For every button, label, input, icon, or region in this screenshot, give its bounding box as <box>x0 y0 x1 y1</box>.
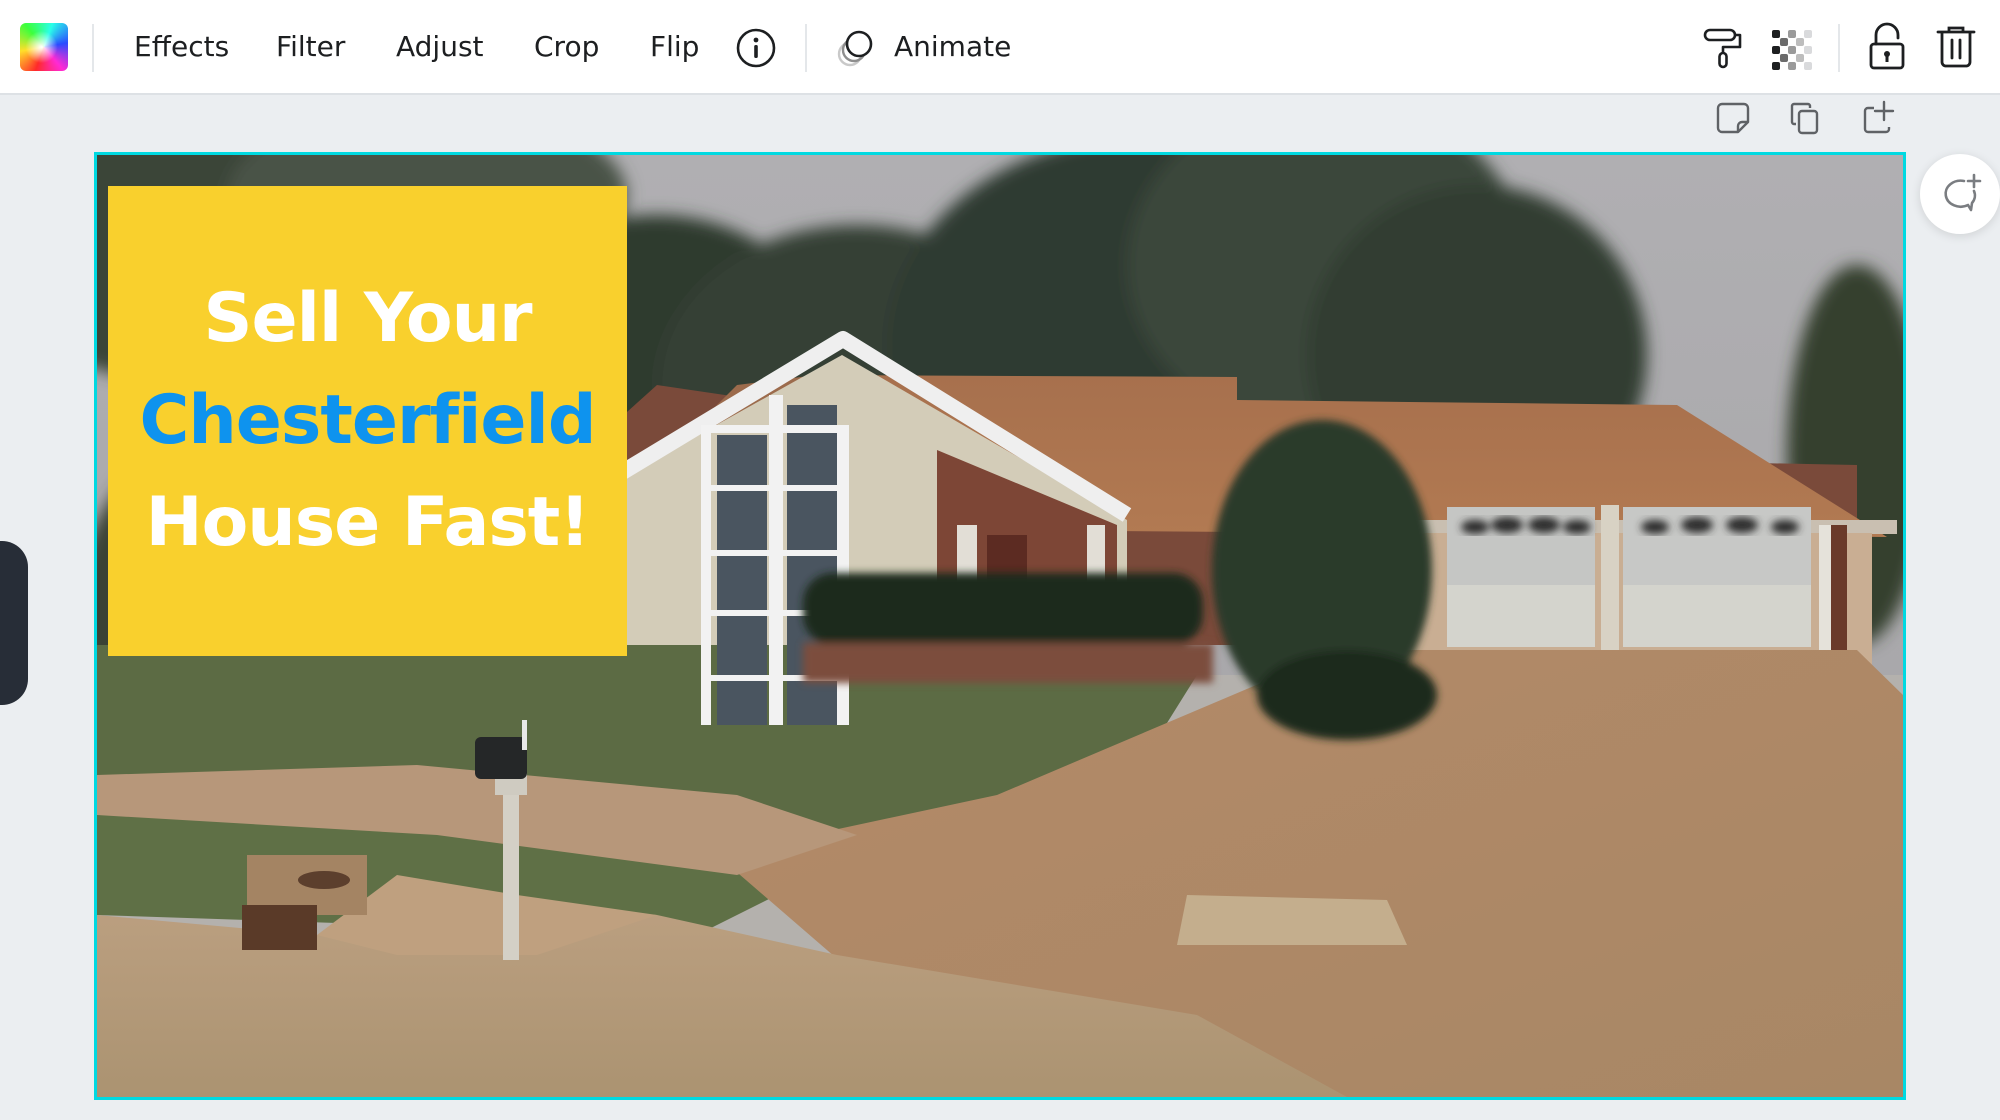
paint-roller-icon[interactable] <box>1702 26 1746 70</box>
headline-line-3: House Fast! <box>145 483 591 562</box>
color-palette-icon[interactable] <box>20 23 68 71</box>
toolbar: Effects Filter Adjust Crop Flip Animate <box>0 0 2000 95</box>
side-panel-toggle[interactable] <box>0 541 28 705</box>
design-canvas[interactable]: Sell Your Chesterfield House Fast! <box>94 152 1906 1100</box>
effects-button[interactable]: Effects <box>134 26 229 68</box>
add-note-icon[interactable] <box>1716 100 1752 136</box>
headline-line-2: Chesterfield <box>139 381 596 460</box>
animate-icon <box>834 26 878 70</box>
toolbar-divider <box>1838 24 1840 72</box>
headline-text-box[interactable]: Sell Your Chesterfield House Fast! <box>108 186 627 656</box>
add-comment-button[interactable] <box>1920 154 2000 234</box>
crop-button[interactable]: Crop <box>534 26 599 68</box>
duplicate-page-icon[interactable] <box>1788 100 1824 136</box>
animate-label: Animate <box>894 30 1012 63</box>
info-icon[interactable] <box>736 28 776 68</box>
add-page-icon[interactable] <box>1860 100 1896 136</box>
transparency-icon[interactable] <box>1770 28 1814 72</box>
unlock-icon[interactable] <box>1868 22 1908 72</box>
toolbar-divider <box>92 24 94 72</box>
hedge <box>803 573 1213 683</box>
animate-button[interactable]: Animate <box>830 24 1020 70</box>
toolbar-divider <box>805 24 807 72</box>
garage-doors <box>1447 505 1847 655</box>
filter-button[interactable]: Filter <box>276 26 345 68</box>
flip-button[interactable]: Flip <box>650 26 699 68</box>
headline-line-1: Sell Your <box>203 279 532 358</box>
trash-icon[interactable] <box>1936 24 1976 70</box>
adjust-button[interactable]: Adjust <box>396 26 484 68</box>
